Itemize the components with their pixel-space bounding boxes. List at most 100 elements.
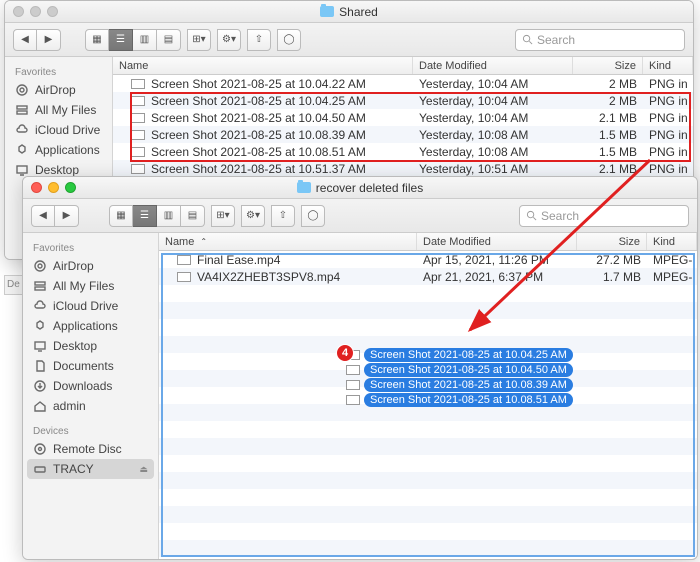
sidebar-item-apps[interactable]: Applications	[23, 316, 158, 336]
file-thumb-icon	[131, 96, 145, 106]
file-date: Yesterday, 10:51 AM	[413, 162, 573, 176]
file-thumb-icon	[177, 272, 191, 282]
table-row[interactable]: Screen Shot 2021-08-25 at 10.04.50 AMYes…	[113, 109, 693, 126]
file-kind: PNG in	[643, 94, 693, 108]
file-name: Screen Shot 2021-08-25 at 10.04.50 AM	[151, 111, 366, 125]
list-view-button[interactable]: ☰	[133, 205, 157, 227]
file-kind: PNG in	[643, 162, 693, 176]
col-date[interactable]: Date Modified	[417, 233, 577, 250]
file-thumb-icon	[131, 113, 145, 123]
drag-item-label: Screen Shot 2021-08-25 at 10.08.51 AM	[364, 393, 573, 407]
file-thumb-icon	[131, 164, 145, 174]
sidebar-item-admin[interactable]: admin	[23, 396, 158, 416]
sidebar-item-desktop[interactable]: Desktop	[23, 336, 158, 356]
desktop-icon	[33, 339, 47, 353]
icon-view-button[interactable]: ▦	[109, 205, 133, 227]
arrange-button[interactable]: ⊞▾	[187, 29, 211, 51]
column-headers[interactable]: Name Date Modified Size Kind	[113, 57, 693, 75]
drag-ghost-stack: 4 Screen Shot 2021-08-25 at 10.04.25 AMS…	[346, 348, 573, 408]
file-name: VA4IX2ZHEBT3SPV8.mp4	[197, 270, 340, 284]
action-button[interactable]: ⚙▾	[217, 29, 241, 51]
icon-view-button[interactable]: ▦	[85, 29, 109, 51]
file-kind: PNG in	[643, 77, 693, 91]
traffic-lights	[13, 6, 58, 17]
table-row[interactable]: Final Ease.mp4Apr 15, 2021, 11:26 PM27.2…	[159, 251, 697, 268]
back-button[interactable]: ◀	[13, 29, 37, 51]
file-size: 27.2 MB	[577, 253, 647, 267]
arrange-button[interactable]: ⊞▾	[211, 205, 235, 227]
col-kind[interactable]: Kind	[647, 233, 697, 250]
col-size[interactable]: Size	[573, 57, 643, 74]
tags-button[interactable]: ◯	[277, 29, 301, 51]
zoom-icon[interactable]	[65, 182, 76, 193]
airdrop-icon	[15, 83, 29, 97]
titlebar[interactable]: recover deleted files	[23, 177, 697, 199]
minimize-icon[interactable]	[48, 182, 59, 193]
search-icon	[526, 210, 537, 221]
sidebar-item-icloud[interactable]: iCloud Drive	[5, 120, 112, 140]
sidebar-item-allfiles[interactable]: All My Files	[5, 100, 112, 120]
forward-button[interactable]: ▶	[55, 205, 79, 227]
zoom-icon[interactable]	[47, 6, 58, 17]
forward-button[interactable]: ▶	[37, 29, 61, 51]
empty-row	[159, 506, 697, 523]
share-button[interactable]: ⇧	[247, 29, 271, 51]
col-date[interactable]: Date Modified	[413, 57, 573, 74]
cloud-icon	[33, 299, 47, 313]
col-name[interactable]: Name⌃	[159, 233, 417, 250]
empty-row	[159, 421, 697, 438]
column-view-button[interactable]: ▥	[157, 205, 181, 227]
col-kind[interactable]: Kind	[643, 57, 693, 74]
sidebar-item-airdrop[interactable]: AirDrop	[5, 80, 112, 100]
table-row[interactable]: Screen Shot 2021-08-25 at 10.08.39 AMYes…	[113, 126, 693, 143]
close-icon[interactable]	[13, 6, 24, 17]
allfiles-icon	[33, 279, 47, 293]
sidebar-item-apps[interactable]: Applications	[5, 140, 112, 160]
empty-row	[159, 472, 697, 489]
table-row[interactable]: Screen Shot 2021-08-25 at 10.04.25 AMYes…	[113, 92, 693, 109]
search-icon	[522, 34, 533, 45]
drag-ghost-item: Screen Shot 2021-08-25 at 10.04.50 AM	[346, 363, 573, 377]
sidebar-item-documents[interactable]: Documents	[23, 356, 158, 376]
search-input[interactable]: Search	[515, 29, 685, 51]
column-view-button[interactable]: ▥	[133, 29, 157, 51]
tags-button[interactable]: ◯	[301, 205, 325, 227]
col-name[interactable]: Name	[113, 57, 413, 74]
gallery-view-button[interactable]: ▤	[157, 29, 181, 51]
file-name: Screen Shot 2021-08-25 at 10.04.22 AM	[151, 77, 366, 91]
empty-row	[159, 455, 697, 472]
list-view-button[interactable]: ☰	[109, 29, 133, 51]
gallery-view-button[interactable]: ▤	[181, 205, 205, 227]
sidebar-item-downloads[interactable]: Downloads	[23, 376, 158, 396]
file-name: Screen Shot 2021-08-25 at 10.04.25 AM	[151, 94, 366, 108]
sidebar-item-icloud[interactable]: iCloud Drive	[23, 296, 158, 316]
table-row[interactable]: Screen Shot 2021-08-25 at 10.04.22 AMYes…	[113, 75, 693, 92]
sidebar-item-remotedisc[interactable]: Remote Disc	[23, 439, 158, 459]
desktop-icon	[15, 163, 29, 177]
file-thumb-icon	[346, 365, 360, 375]
column-headers[interactable]: Name⌃ Date Modified Size Kind	[159, 233, 697, 251]
sidebar-heading-favorites: Favorites	[23, 239, 158, 256]
table-row[interactable]: Screen Shot 2021-08-25 at 10.08.51 AMYes…	[113, 143, 693, 160]
file-kind: PNG in	[643, 128, 693, 142]
sidebar-item-tracy[interactable]: TRACY⏏	[27, 459, 154, 479]
close-icon[interactable]	[31, 182, 42, 193]
titlebar[interactable]: Shared	[5, 1, 693, 23]
table-row[interactable]: Screen Shot 2021-08-25 at 10.51.37 AMYes…	[113, 160, 693, 177]
table-row[interactable]: VA4IX2ZHEBT3SPV8.mp4Apr 21, 2021, 6:37 P…	[159, 268, 697, 285]
sidebar-item-allfiles[interactable]: All My Files	[23, 276, 158, 296]
sidebar-item-airdrop[interactable]: AirDrop	[23, 256, 158, 276]
back-button[interactable]: ◀	[31, 205, 55, 227]
search-input[interactable]: Search	[519, 205, 689, 227]
minimize-icon[interactable]	[30, 6, 41, 17]
toolbar: ◀ ▶ ▦ ☰ ▥ ▤ ⊞▾ ⚙▾ ⇧ ◯ Search	[23, 199, 697, 233]
apps-icon	[33, 319, 47, 333]
file-size: 2 MB	[573, 77, 643, 91]
toolbar: ◀ ▶ ▦ ☰ ▥ ▤ ⊞▾ ⚙▾ ⇧ ◯ Search	[5, 23, 693, 57]
share-button[interactable]: ⇧	[271, 205, 295, 227]
arrange-group: ⊞▾	[187, 29, 211, 51]
action-button[interactable]: ⚙▾	[241, 205, 265, 227]
col-size[interactable]: Size	[577, 233, 647, 250]
file-size: 1.5 MB	[573, 145, 643, 159]
eject-icon[interactable]: ⏏	[139, 464, 148, 475]
